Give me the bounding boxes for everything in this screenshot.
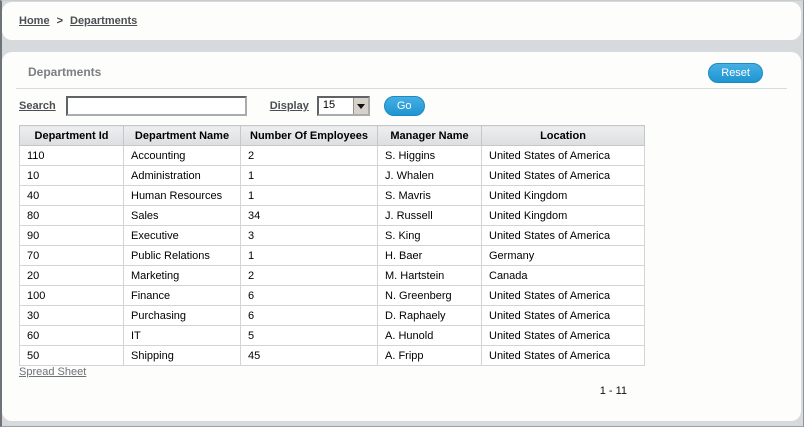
table-cell: Accounting bbox=[124, 146, 241, 166]
table-cell: 60 bbox=[20, 326, 124, 346]
table-row: 80Sales34J. RussellUnited Kingdom bbox=[20, 206, 645, 226]
table-cell: 80 bbox=[20, 206, 124, 226]
table-row: 60IT5A. HunoldUnited States of America bbox=[20, 326, 645, 346]
table-cell: 70 bbox=[20, 246, 124, 266]
breadcrumb-separator: > bbox=[57, 15, 63, 27]
table-row: 50Shipping45A. FrippUnited States of Ame… bbox=[20, 346, 645, 366]
table-row: 40Human Resources1S. MavrisUnited Kingdo… bbox=[20, 186, 645, 206]
search-bar: Search Display 15 Go bbox=[19, 95, 425, 117]
column-header: Manager Name bbox=[378, 126, 482, 146]
table-cell: 1 bbox=[241, 166, 378, 186]
table-cell: 1 bbox=[241, 246, 378, 266]
table-cell: 40 bbox=[20, 186, 124, 206]
table-cell: United States of America bbox=[482, 286, 645, 306]
table-cell: Germany bbox=[482, 246, 645, 266]
table-cell: Finance bbox=[124, 286, 241, 306]
table-cell: H. Baer bbox=[378, 246, 482, 266]
table-cell: A. Fripp bbox=[378, 346, 482, 366]
breadcrumb-link-home[interactable]: Home bbox=[19, 15, 50, 27]
table-cell: United Kingdom bbox=[482, 186, 645, 206]
table-row: 110Accounting2S. HigginsUnited States of… bbox=[20, 146, 645, 166]
table-cell: S. Higgins bbox=[378, 146, 482, 166]
table-cell: Human Resources bbox=[124, 186, 241, 206]
table-cell: 34 bbox=[241, 206, 378, 226]
table-cell: Administration bbox=[124, 166, 241, 186]
display-rows-selected-value: 15 bbox=[319, 98, 353, 114]
display-label-link[interactable]: Display bbox=[270, 100, 309, 112]
display-rows-select[interactable]: 15 bbox=[317, 96, 370, 116]
table-cell: S. King bbox=[378, 226, 482, 246]
table-cell: J. Whalen bbox=[378, 166, 482, 186]
table-cell: N. Greenberg bbox=[378, 286, 482, 306]
table-row: 10Administration1J. WhalenUnited States … bbox=[20, 166, 645, 186]
go-button[interactable]: Go bbox=[384, 96, 425, 116]
table-row: 100Finance6N. GreenbergUnited States of … bbox=[20, 286, 645, 306]
table-cell: United States of America bbox=[482, 346, 645, 366]
table-body: 110Accounting2S. HigginsUnited States of… bbox=[20, 146, 645, 366]
table-cell: Executive bbox=[124, 226, 241, 246]
table-cell: 6 bbox=[241, 306, 378, 326]
table-cell: D. Raphaely bbox=[378, 306, 482, 326]
table-cell: 45 bbox=[241, 346, 378, 366]
table-cell: 50 bbox=[20, 346, 124, 366]
breadcrumb-link-departments[interactable]: Departments bbox=[70, 15, 137, 27]
table-row: 70Public Relations1H. BaerGermany bbox=[20, 246, 645, 266]
table-header-row: Department IdDepartment NameNumber Of Em… bbox=[20, 126, 645, 146]
search-label-link[interactable]: Search bbox=[19, 100, 56, 112]
table-cell: S. Mavris bbox=[378, 186, 482, 206]
table-cell: A. Hunold bbox=[378, 326, 482, 346]
table-cell: 90 bbox=[20, 226, 124, 246]
table-row: 30Purchasing6D. RaphaelyUnited States of… bbox=[20, 306, 645, 326]
table-cell: United States of America bbox=[482, 306, 645, 326]
select-dropdown-arrow-icon[interactable] bbox=[353, 98, 368, 114]
table-cell: Shipping bbox=[124, 346, 241, 366]
pagination-range: 1 - 11 bbox=[19, 385, 627, 397]
table-cell: 20 bbox=[20, 266, 124, 286]
table-row: 90Executive3S. KingUnited States of Amer… bbox=[20, 226, 645, 246]
table-cell: 2 bbox=[241, 146, 378, 166]
table-cell: 10 bbox=[20, 166, 124, 186]
table-row: 20Marketing2M. HartsteinCanada bbox=[20, 266, 645, 286]
table-cell: 6 bbox=[241, 286, 378, 306]
reset-button[interactable]: Reset bbox=[708, 63, 763, 83]
spread-sheet-link[interactable]: Spread Sheet bbox=[19, 366, 86, 378]
table-cell: United States of America bbox=[482, 326, 645, 346]
column-header: Number Of Employees bbox=[241, 126, 378, 146]
table-cell: Purchasing bbox=[124, 306, 241, 326]
table-cell: Marketing bbox=[124, 266, 241, 286]
table-cell: 110 bbox=[20, 146, 124, 166]
table-cell: 1 bbox=[241, 186, 378, 206]
table-cell: United States of America bbox=[482, 166, 645, 186]
table-cell: Sales bbox=[124, 206, 241, 226]
region-divider bbox=[16, 88, 787, 89]
page: Home > Departments Departments Reset Sea… bbox=[0, 0, 804, 427]
column-header: Department Id bbox=[20, 126, 124, 146]
departments-region: Departments Reset Search Display 15 Go D… bbox=[2, 52, 801, 421]
table-cell: United States of America bbox=[482, 226, 645, 246]
table-cell: United Kingdom bbox=[482, 206, 645, 226]
table-cell: J. Russell bbox=[378, 206, 482, 226]
departments-table: Department IdDepartment NameNumber Of Em… bbox=[19, 125, 645, 366]
column-header: Department Name bbox=[124, 126, 241, 146]
table-cell: Public Relations bbox=[124, 246, 241, 266]
page-title: Departments bbox=[28, 65, 101, 79]
column-header: Location bbox=[482, 126, 645, 146]
table-cell: 5 bbox=[241, 326, 378, 346]
table-cell: M. Hartstein bbox=[378, 266, 482, 286]
search-input[interactable] bbox=[66, 96, 247, 116]
table-cell: IT bbox=[124, 326, 241, 346]
table-cell: 100 bbox=[20, 286, 124, 306]
table-cell: 2 bbox=[241, 266, 378, 286]
table-cell: 30 bbox=[20, 306, 124, 326]
table-cell: Canada bbox=[482, 266, 645, 286]
table-cell: 3 bbox=[241, 226, 378, 246]
breadcrumb: Home > Departments bbox=[2, 2, 801, 40]
table-cell: United States of America bbox=[482, 146, 645, 166]
